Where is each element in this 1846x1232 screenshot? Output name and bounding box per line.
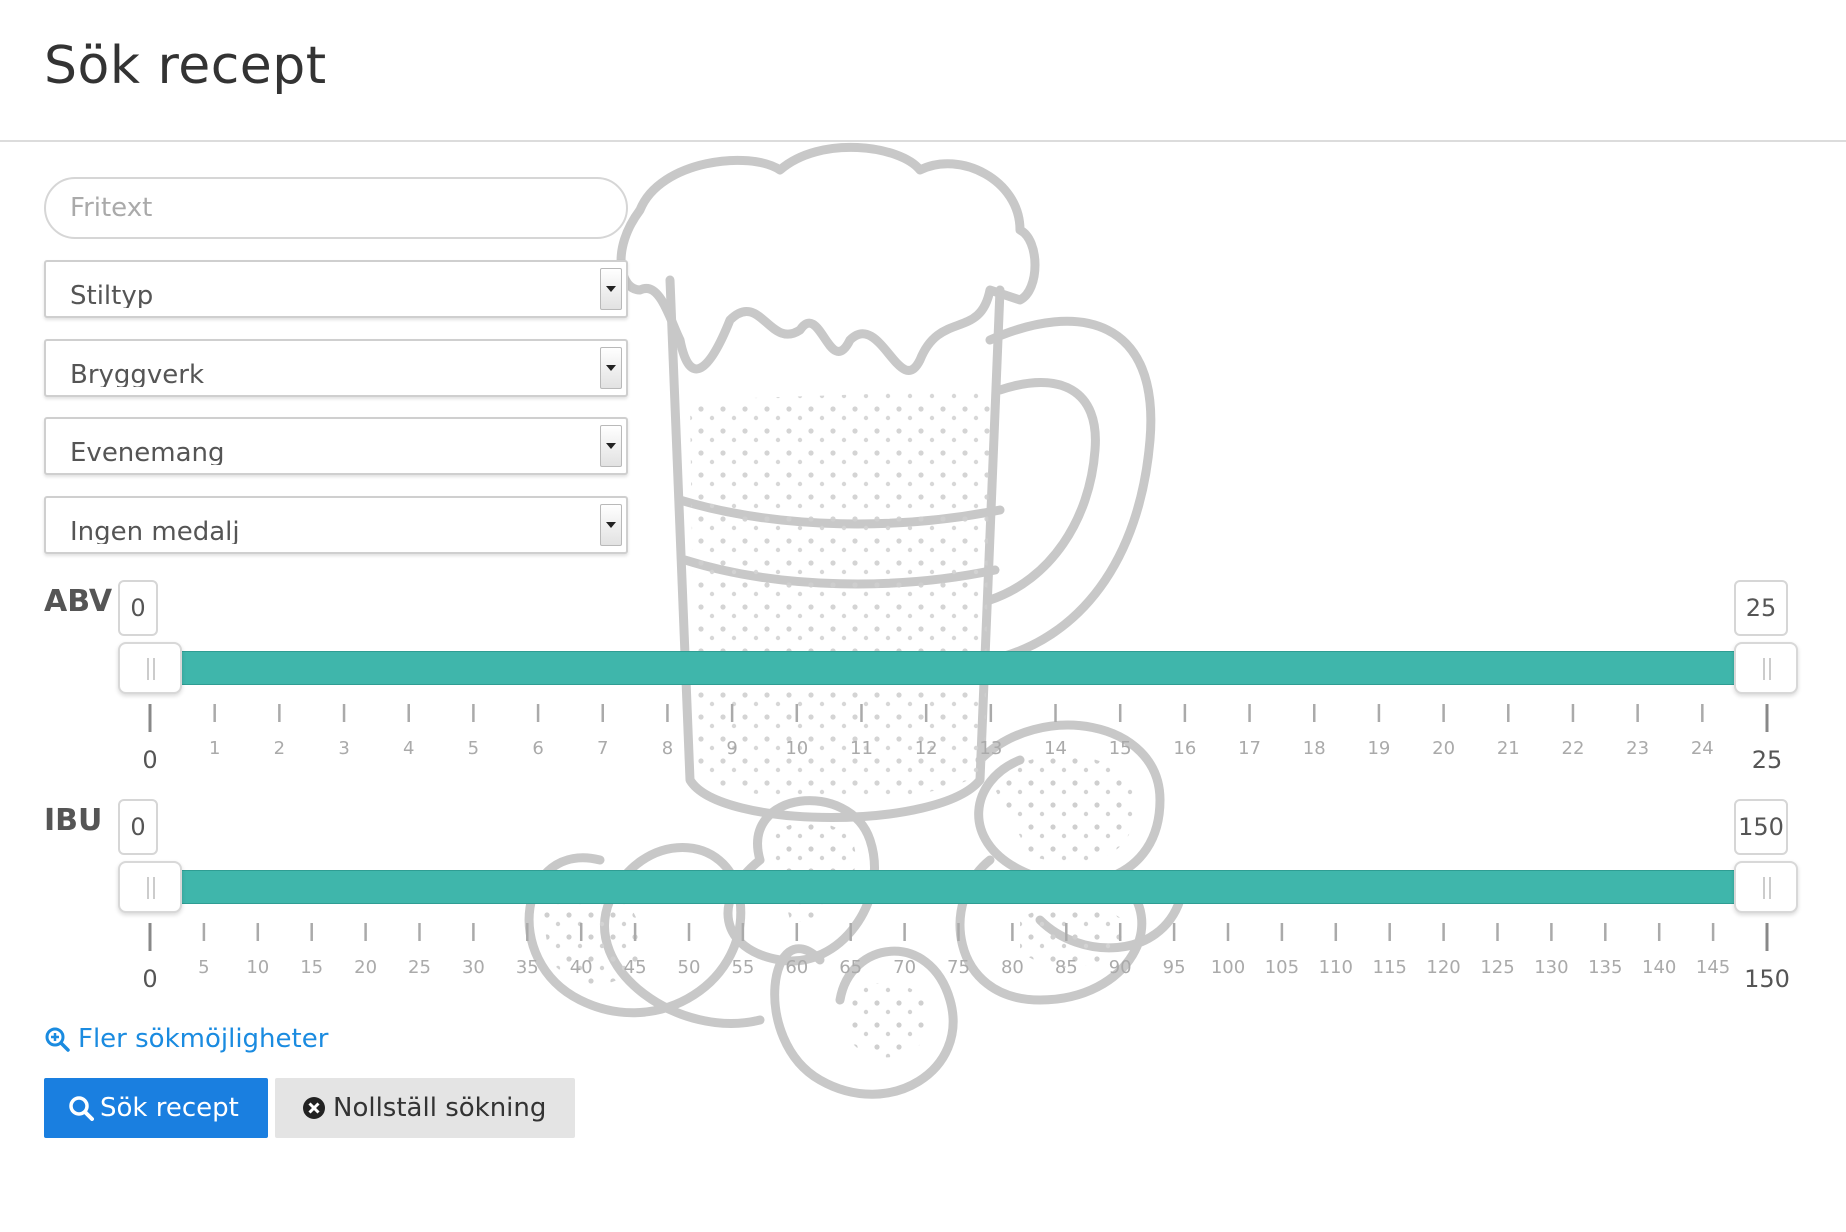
- page-header: Sök recept: [0, 0, 1846, 142]
- search-recipes-button[interactable]: Sök recept: [44, 1078, 268, 1138]
- chevron-down-icon[interactable]: [600, 425, 622, 467]
- abv-tick-label: 5: [468, 738, 479, 759]
- brewery-select[interactable]: Bryggverk: [44, 339, 628, 397]
- ibu-slider-track[interactable]: [150, 870, 1736, 904]
- abv-label: ABV: [44, 584, 113, 619]
- ibu-tick-label: 140: [1642, 957, 1676, 978]
- abv-tick-label: 21: [1497, 738, 1520, 759]
- ibu-tick-label: 5: [198, 957, 209, 978]
- abv-tick-label: 2: [274, 738, 285, 759]
- ibu-tick-label: 15: [300, 957, 323, 978]
- ibu-tick-label: 115: [1373, 957, 1407, 978]
- abv-tick-label: 22: [1562, 738, 1585, 759]
- ibu-tick-label: 10: [246, 957, 269, 978]
- ibu-tick-label: 120: [1426, 957, 1460, 978]
- abv-min-value: 0: [118, 580, 158, 636]
- ibu-max-value: 150: [1734, 799, 1788, 855]
- abv-slider-track[interactable]: [150, 651, 1736, 685]
- abv-tick-label: 4: [403, 738, 414, 759]
- chevron-down-icon[interactable]: [600, 268, 622, 310]
- ibu-label: IBU: [44, 803, 103, 838]
- ibu-max-handle[interactable]: [1734, 861, 1798, 913]
- style-type-select-label: Stiltyp: [70, 281, 154, 308]
- ibu-tick-label: 20: [354, 957, 377, 978]
- abv-tick-label: 3: [338, 738, 349, 759]
- abv-tick-label: 19: [1367, 738, 1390, 759]
- chevron-down-icon[interactable]: [600, 347, 622, 389]
- brewery-select-label: Bryggverk: [70, 360, 205, 387]
- page-title: Sök recept: [44, 36, 327, 96]
- more-search-options-label: Fler sökmöjligheter: [78, 1024, 329, 1054]
- zoom-in-icon: [45, 1027, 70, 1052]
- ibu-min-value: 0: [118, 799, 158, 855]
- ibu-tick-label: 150: [1744, 965, 1790, 993]
- ibu-tick-label: 135: [1588, 957, 1622, 978]
- ibu-min-handle[interactable]: [118, 861, 182, 913]
- abv-tick-label: 23: [1626, 738, 1649, 759]
- abv-tick-label: 1: [209, 738, 220, 759]
- abv-max-value: 25: [1734, 580, 1788, 636]
- more-search-options-link[interactable]: Fler sökmöjligheter: [44, 1024, 328, 1054]
- event-select-label: Evenemang: [70, 438, 225, 465]
- ibu-tick-label: 0: [142, 965, 157, 993]
- abv-tick-label: 24: [1691, 738, 1714, 759]
- abv-max-handle[interactable]: [1734, 642, 1798, 694]
- event-select[interactable]: Evenemang: [44, 417, 628, 475]
- reset-search-button[interactable]: Nollställ sökning: [275, 1078, 575, 1138]
- ibu-tick-label: 30: [462, 957, 485, 978]
- ibu-tick-label: 125: [1480, 957, 1514, 978]
- abv-min-handle[interactable]: [118, 642, 182, 694]
- ibu-tick-label: 130: [1534, 957, 1568, 978]
- medal-select-label: Ingen medalj: [70, 517, 240, 544]
- abv-tick-label: 25: [1752, 746, 1783, 774]
- abv-tick-label: 20: [1432, 738, 1455, 759]
- close-circle-icon: [303, 1097, 325, 1119]
- chevron-down-icon[interactable]: [600, 504, 622, 546]
- style-type-select[interactable]: Stiltyp: [44, 260, 628, 318]
- abv-tick-label: 0: [142, 746, 157, 774]
- medal-select[interactable]: Ingen medalj: [44, 496, 628, 554]
- ibu-tick-label: 145: [1696, 957, 1730, 978]
- ibu-tick-label: 25: [408, 957, 431, 978]
- search-icon: [69, 1096, 94, 1121]
- search-input[interactable]: [44, 177, 628, 239]
- search-recipes-button-label: Sök recept: [100, 1093, 239, 1123]
- reset-search-button-label: Nollställ sökning: [333, 1093, 547, 1123]
